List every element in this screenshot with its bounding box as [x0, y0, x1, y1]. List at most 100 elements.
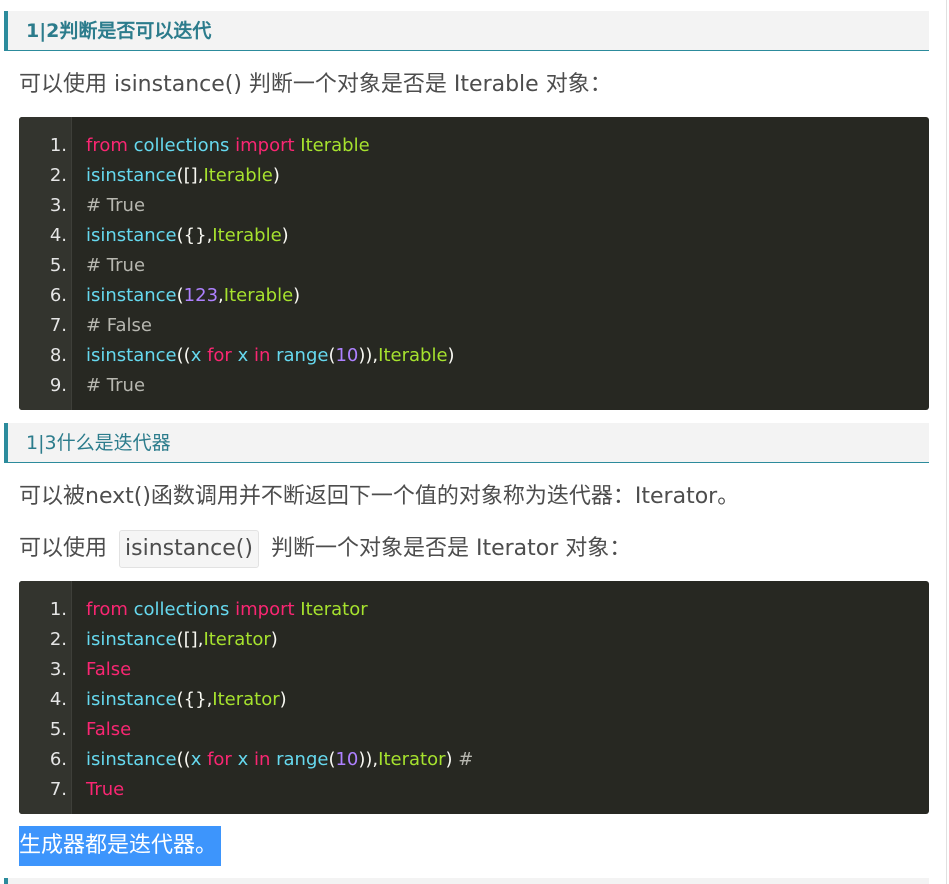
code-text: True — [86, 775, 124, 805]
line-number: 2. — [49, 165, 67, 186]
code-token: ) — [447, 345, 455, 366]
code-line: 1. from collections import Iterable — [19, 131, 929, 161]
line-number: 4. — [49, 225, 67, 246]
iterable-intro-paragraph: 可以使用 isinstance() 判断一个对象是否是 Iterable 对象： — [19, 72, 612, 97]
code-text: # False — [86, 311, 152, 341]
code-token: )), — [358, 345, 379, 366]
code-text: isinstance([],Iterator) — [86, 625, 278, 655]
code-token: Iterable — [223, 285, 294, 306]
line-number: 7. — [49, 315, 67, 336]
code-token: x — [190, 749, 202, 770]
code-token: False — [86, 719, 132, 740]
code-token: # False — [86, 315, 152, 336]
code-token: in — [253, 345, 271, 366]
intro-text-before: 可以使用 — [19, 536, 108, 561]
code-token: # True — [86, 375, 146, 396]
line-number: 4. — [49, 689, 67, 710]
code-token: False — [86, 659, 132, 680]
code-token: import — [235, 599, 295, 620]
code-token: Iterator — [378, 749, 446, 770]
code-block-iterator[interactable]: 1. from collections import Iterator 2. isin… — [19, 581, 929, 814]
code-line: 7. # False — [19, 311, 929, 341]
line-number: 9. — [49, 375, 67, 396]
code-text: from collections import Iterable — [86, 131, 370, 161]
code-token: (( — [176, 345, 191, 366]
code-token: for — [207, 749, 232, 770]
code-token: )), — [358, 749, 379, 770]
code-token: ([], — [176, 629, 204, 650]
page-right-border — [946, 0, 947, 884]
code-line: 2. isinstance([],Iterator) — [19, 625, 929, 655]
code-token: ) — [279, 689, 287, 710]
code-token: range — [276, 749, 329, 770]
line-number: 3. — [49, 195, 67, 216]
code-line: 4. isinstance({},Iterator) — [19, 685, 929, 715]
line-number: 3. — [49, 659, 67, 680]
code-token: isinstance — [86, 345, 177, 366]
code-token: Iterable — [378, 345, 448, 366]
code-block-iterable[interactable]: 1. from collections import Iterable 2. isin… — [19, 117, 929, 410]
code-text: # True — [86, 371, 145, 401]
code-token: ({}, — [176, 225, 213, 246]
line-number: 1. — [49, 135, 67, 156]
code-token: ( — [176, 285, 184, 306]
section-heading-what-is-iterator: 1|3什么是迭代器 — [4, 423, 929, 463]
code-token: ({}, — [176, 689, 213, 710]
code-token: isinstance — [86, 285, 177, 306]
code-token: Iterator — [300, 599, 368, 620]
code-text: isinstance((x for x in range(10)),Iterat… — [86, 745, 473, 775]
code-line: 5. False — [19, 715, 929, 745]
code-token: True — [86, 779, 125, 800]
code-token: # True — [86, 195, 146, 216]
code-text: from collections import Iterator — [86, 595, 368, 625]
code-token: 10 — [335, 345, 359, 366]
code-lines: 1. from collections import Iterable 2. isin… — [19, 117, 929, 410]
code-token: x — [237, 345, 249, 366]
code-token: 10 — [335, 749, 359, 770]
code-token: # — [458, 749, 474, 770]
code-line: 1. from collections import Iterator — [19, 595, 929, 625]
line-number: 1. — [49, 599, 67, 620]
code-text: isinstance(123,Iterable) — [86, 281, 300, 311]
code-token: for — [207, 345, 232, 366]
code-line: 3. False — [19, 655, 929, 685]
code-token: 123 — [183, 285, 219, 306]
code-line: 7. True — [19, 775, 929, 805]
code-token: collections — [133, 599, 230, 620]
section-heading-text: 1|2判断是否可以迭代 — [26, 20, 212, 42]
code-text: isinstance({},Iterable) — [86, 221, 289, 251]
highlighted-text-generators[interactable]: 生成器都是迭代器。 — [19, 826, 222, 866]
code-text: isinstance({},Iterator) — [86, 685, 287, 715]
code-token: from — [86, 135, 128, 156]
code-token: # True — [86, 255, 146, 276]
code-token: Iterable — [300, 135, 370, 156]
line-number: 6. — [49, 285, 67, 306]
line-number: 5. — [49, 719, 67, 740]
code-token: isinstance — [86, 225, 177, 246]
code-line: 2. isinstance([],Iterable) — [19, 161, 929, 191]
code-line: 3. # True — [19, 191, 929, 221]
section-heading-iterable-check: 1|2判断是否可以迭代 — [4, 11, 929, 51]
code-token: x — [190, 345, 202, 366]
code-text: False — [86, 715, 131, 745]
code-line: 6. isinstance(123,Iterable) — [19, 281, 929, 311]
code-line: 8. isinstance((x for x in range(10)),Iter… — [19, 341, 929, 371]
code-token: ) — [445, 749, 459, 770]
code-token: (( — [176, 749, 191, 770]
inline-code-isinstance: isinstance() — [119, 530, 259, 568]
code-token: collections — [133, 135, 230, 156]
iterator-definition-paragraph: 可以被next()函数调用并不断返回下一个值的对象称为迭代器：Iterator。 — [19, 484, 740, 509]
section-heading-text: 1|3什么是迭代器 — [26, 432, 171, 454]
line-number: 6. — [49, 749, 67, 770]
code-text: # True — [86, 251, 145, 281]
code-token: from — [86, 599, 128, 620]
code-token: Iterable — [212, 225, 282, 246]
line-number: 7. — [49, 779, 67, 800]
code-token: Iterator — [203, 629, 271, 650]
code-token: in — [253, 749, 271, 770]
code-line: 9. # True — [19, 371, 929, 401]
code-text: # True — [86, 191, 145, 221]
code-token: range — [276, 345, 329, 366]
code-token: Iterator — [212, 689, 280, 710]
line-number: 5. — [49, 255, 67, 276]
